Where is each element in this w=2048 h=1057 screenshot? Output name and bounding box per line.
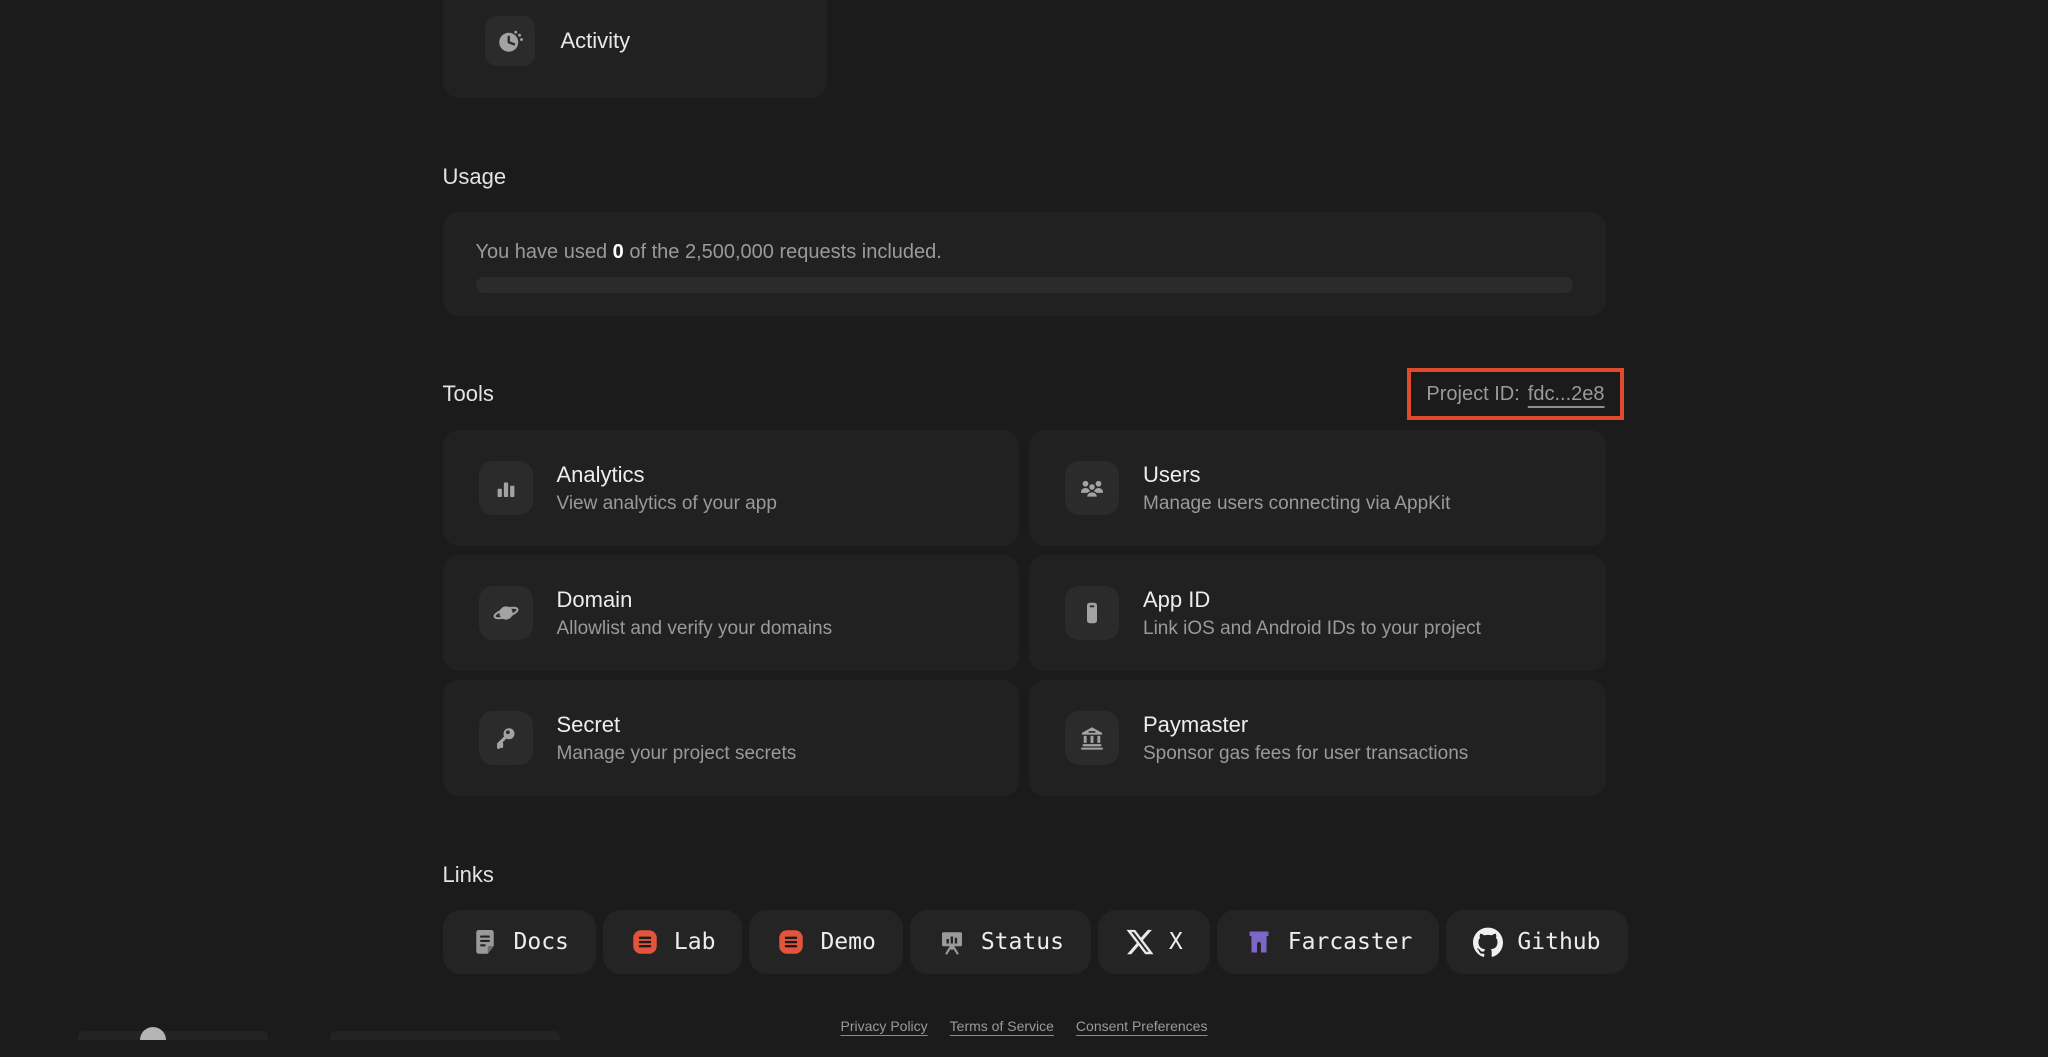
- tools-grid: Analytics View analytics of your app Use…: [442, 430, 1606, 796]
- link-button-lab[interactable]: Lab: [602, 910, 743, 974]
- usage-progress-bar: [475, 277, 1573, 293]
- domain-icon: [491, 598, 521, 628]
- tool-card-description: Manage users connecting via AppKit: [1143, 492, 1451, 514]
- tool-card-description: Manage your project secrets: [556, 742, 797, 764]
- bottom-edge-widget: [330, 1031, 560, 1040]
- tool-card-description: Allowlist and verify your domains: [556, 617, 833, 639]
- analytics-icon: [491, 473, 521, 503]
- usage-text: You have used 0 of the 2,500,000 request…: [476, 240, 1573, 264]
- footer-link-terms-of-service[interactable]: Terms of Service: [950, 1018, 1054, 1034]
- farcaster-icon: [1244, 927, 1274, 957]
- link-button-docs[interactable]: Docs: [442, 910, 596, 974]
- tool-card-description: Link iOS and Android IDs to your project: [1143, 617, 1481, 639]
- tool-card-title: Analytics: [556, 461, 645, 487]
- link-button-label: Lab: [673, 929, 716, 955]
- usage-used-value: 0: [612, 241, 624, 263]
- link-button-label: Status: [980, 929, 1064, 955]
- link-button-status[interactable]: Status: [909, 910, 1091, 974]
- dashboard-content: Activity Usage You have used 0 of the 2,…: [442, 0, 1628, 1034]
- tool-card-paymaster[interactable]: Paymaster Sponsor gas fees for user tran…: [1029, 680, 1606, 796]
- usage-text-prefix: You have used: [475, 241, 613, 263]
- link-button-farcaster[interactable]: Farcaster: [1216, 910, 1440, 974]
- links-heading: Links: [442, 862, 494, 887]
- demo-icon: [776, 927, 806, 957]
- link-button-label: Docs: [513, 929, 569, 955]
- github-icon: [1473, 927, 1504, 957]
- chat-bubble-partial[interactable]: [140, 1027, 166, 1040]
- activity-card-label: Activity: [560, 27, 631, 53]
- tool-card-title: Secret: [556, 711, 621, 737]
- activity-icon: [495, 26, 525, 56]
- link-button-github[interactable]: Github: [1446, 910, 1628, 974]
- link-button-label: Github: [1517, 929, 1601, 955]
- project-id-value[interactable]: fdc...2e8: [1528, 383, 1605, 406]
- docs-icon: [470, 927, 500, 957]
- link-button-label: Demo: [820, 929, 876, 955]
- status-icon: [937, 927, 967, 957]
- link-button-demo[interactable]: Demo: [749, 910, 903, 974]
- project-id-label: Project ID:: [1426, 382, 1520, 405]
- tool-card-description: View analytics of your app: [556, 492, 777, 514]
- usage-card: You have used 0 of the 2,500,000 request…: [442, 212, 1606, 316]
- activity-card[interactable]: Activity: [442, 0, 827, 98]
- tool-card-domain[interactable]: Domain Allowlist and verify your domains: [442, 555, 1019, 671]
- footer-link-privacy-policy[interactable]: Privacy Policy: [841, 1018, 928, 1034]
- tool-card-title: Paymaster: [1143, 711, 1249, 737]
- x-icon: [1125, 927, 1155, 957]
- app-id-icon: [1077, 598, 1107, 628]
- link-button-x[interactable]: X: [1097, 910, 1210, 974]
- tool-card-title: Users: [1143, 461, 1201, 487]
- paymaster-icon: [1077, 723, 1107, 753]
- tool-card-analytics[interactable]: Analytics View analytics of your app: [442, 430, 1019, 546]
- tools-heading: Tools: [442, 381, 494, 406]
- usage-heading: Usage: [442, 164, 507, 189]
- tool-card-app-id[interactable]: App ID Link iOS and Android IDs to your …: [1029, 555, 1606, 671]
- bottom-edge-widget: [78, 1031, 268, 1040]
- tools-header: Tools Project ID: fdc...2e8: [442, 368, 1624, 420]
- secret-icon: [491, 723, 521, 753]
- links-row: Docs Lab Demo Status X Farcaster Github: [442, 910, 1628, 974]
- project-id-highlight[interactable]: Project ID: fdc...2e8: [1407, 368, 1624, 420]
- footer: Privacy Policy Terms of Service Consent Pr…: [443, 1018, 1606, 1034]
- tool-card-title: Domain: [556, 586, 633, 612]
- tool-card-title: App ID: [1143, 586, 1211, 612]
- tool-card-users[interactable]: Users Manage users connecting via AppKit: [1029, 430, 1606, 546]
- link-button-label: X: [1168, 929, 1183, 955]
- users-icon: [1077, 473, 1107, 503]
- tool-card-secret[interactable]: Secret Manage your project secrets: [442, 680, 1019, 796]
- tool-card-description: Sponsor gas fees for user transactions: [1143, 742, 1469, 764]
- footer-link-consent-preferences[interactable]: Consent Preferences: [1076, 1018, 1208, 1034]
- usage-text-suffix: of the 2,500,000 requests included.: [623, 241, 942, 263]
- lab-icon: [630, 927, 660, 957]
- link-button-label: Farcaster: [1287, 929, 1413, 955]
